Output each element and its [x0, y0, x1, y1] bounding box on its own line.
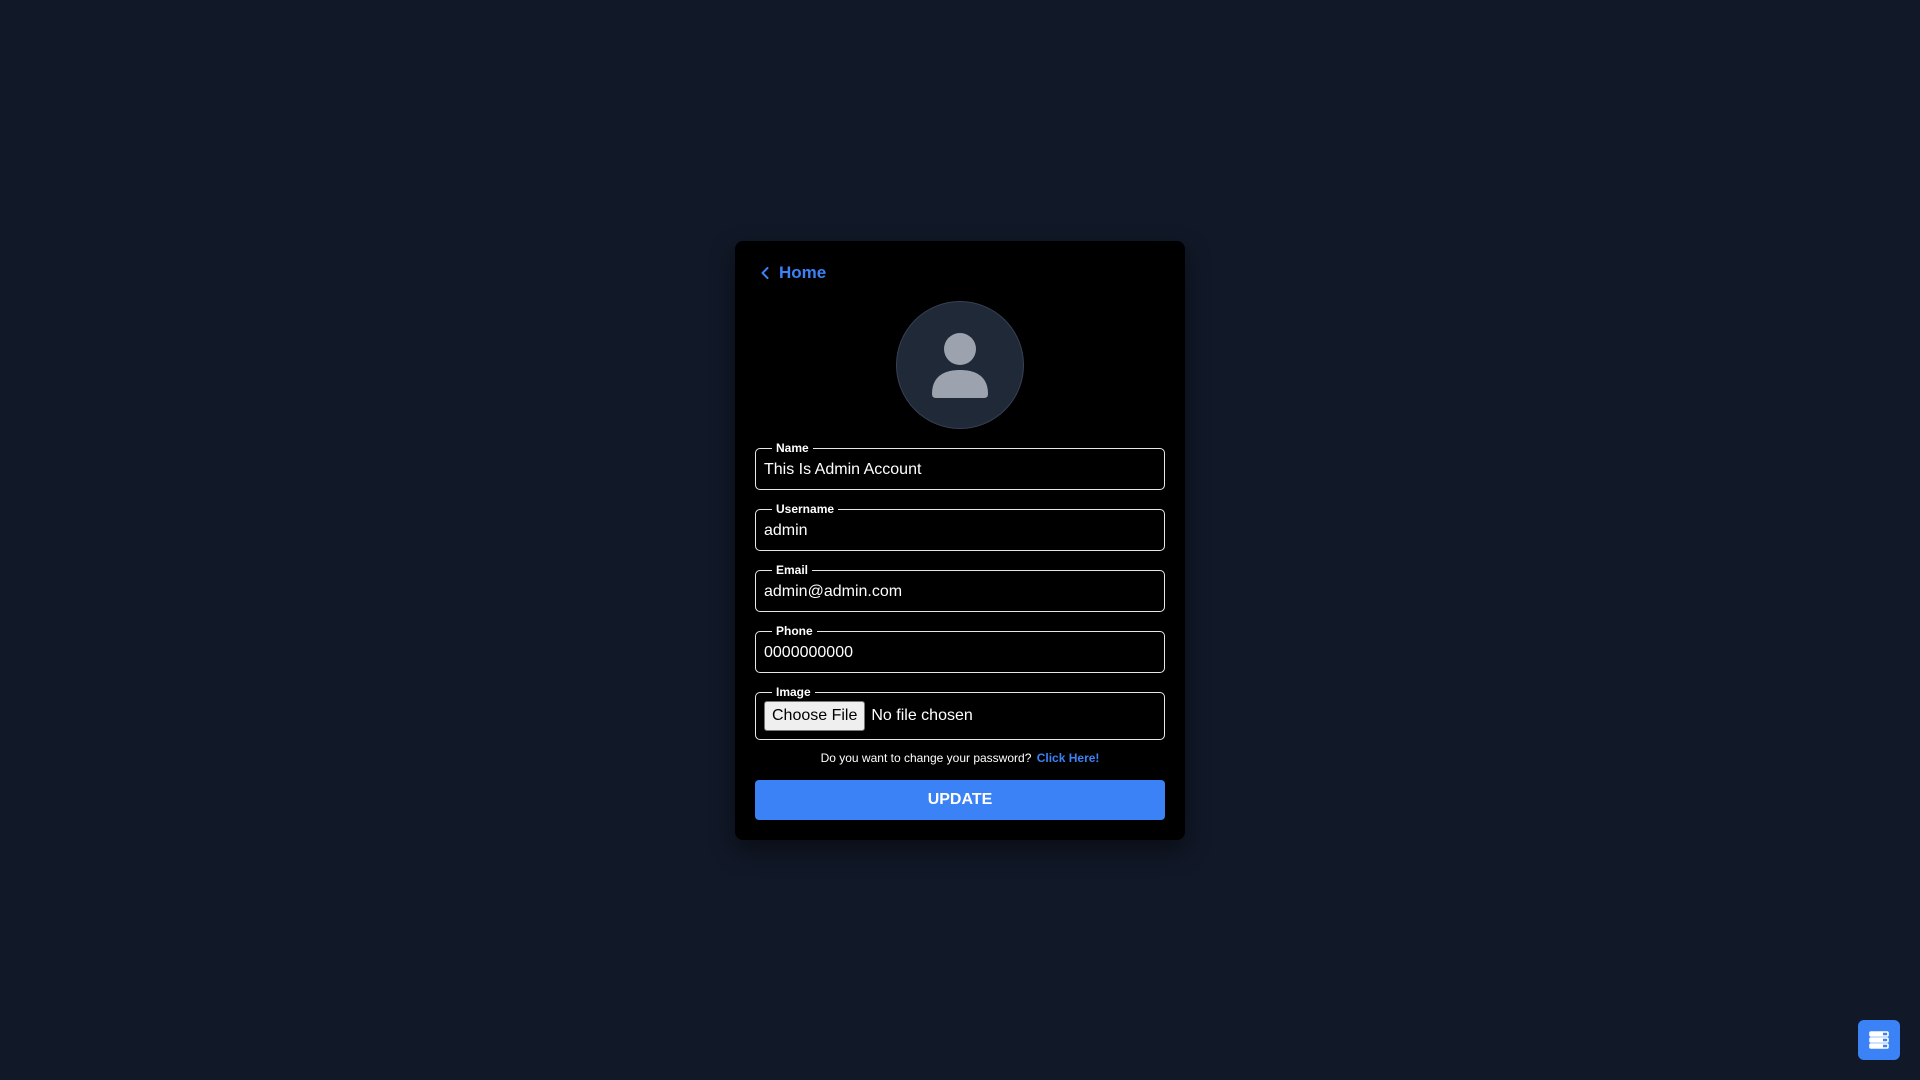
file-status: No file chosen	[871, 707, 973, 724]
phone-field: Phone	[755, 624, 1165, 673]
image-label: Image	[772, 685, 815, 699]
change-password-prompt: Do you want to change your password? Cli…	[735, 751, 1185, 765]
server-stack-icon	[1869, 1031, 1889, 1049]
image-field: Image Choose File No file chosen	[755, 685, 1165, 740]
email-field: Email	[755, 563, 1165, 612]
phone-input[interactable]	[764, 643, 1156, 663]
profile-card: Home Name Username Email Phone Image Cho…	[735, 241, 1185, 840]
update-button[interactable]: UPDATE	[755, 780, 1165, 820]
avatar	[896, 301, 1024, 429]
name-label: Name	[772, 441, 813, 455]
email-label: Email	[772, 563, 813, 577]
home-link[interactable]: Home	[759, 263, 826, 283]
username-label: Username	[772, 502, 839, 516]
username-field: Username	[755, 502, 1165, 551]
username-input[interactable]	[764, 521, 1156, 541]
user-icon	[932, 333, 988, 398]
floating-menu-button[interactable]	[1858, 1020, 1900, 1060]
name-field: Name	[755, 441, 1165, 490]
file-input[interactable]: Choose File No file chosen	[764, 701, 973, 731]
home-link-label: Home	[779, 263, 827, 282]
chevron-left-icon	[759, 266, 771, 280]
phone-label: Phone	[772, 624, 817, 638]
email-input[interactable]	[764, 582, 1156, 602]
choose-file-button[interactable]: Choose File	[764, 701, 866, 731]
change-password-text: Do you want to change your password?	[820, 751, 1032, 765]
name-input[interactable]	[764, 460, 1156, 480]
change-password-link[interactable]: Click Here!	[1037, 751, 1100, 765]
